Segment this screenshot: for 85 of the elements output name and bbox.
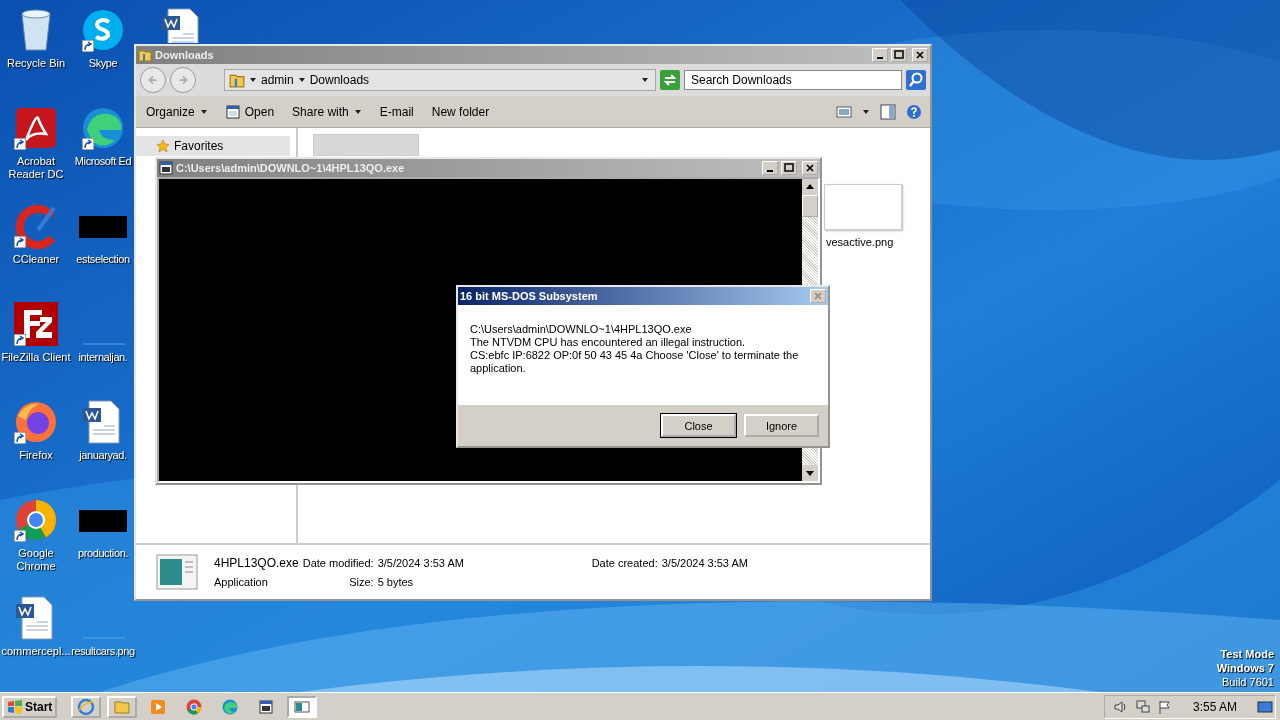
view-icon[interactable] (836, 103, 852, 120)
speaker-icon[interactable] (1112, 698, 1129, 715)
desktop-icon-label[interactable]: Acrobat Reader DC (0, 155, 72, 181)
file-thumbnail[interactable] (824, 184, 902, 230)
search-field[interactable]: Search Downloads (684, 70, 902, 90)
detail-label: Size: (349, 576, 374, 588)
dialog-button[interactable]: Ignore (744, 414, 819, 437)
detail-value: 3/5/2024 3:53 AM (661, 557, 748, 569)
desktop-icon-label[interactable]: Skype (88, 57, 118, 70)
desktop-icon-label[interactable]: Firefox (0, 449, 72, 462)
toolbar-button[interactable]: Open (221, 102, 279, 121)
start-logo-icon (7, 698, 23, 715)
chrome-icon (185, 697, 204, 716)
back-arrow-icon (146, 73, 160, 87)
desktop-icon-label[interactable]: production. (78, 547, 128, 560)
search-icon[interactable] (906, 70, 926, 90)
os-info-text: Windows 7 (1216, 661, 1274, 675)
desktop-icon-label[interactable]: januaryad. (79, 449, 127, 462)
file-thumbnail[interactable] (313, 134, 419, 156)
detail-value: 5 bytes (377, 576, 414, 588)
taskbar-window-button[interactable] (287, 695, 318, 718)
desktop-icon-label[interactable]: resultcars.png (71, 645, 135, 658)
media-icon (149, 697, 168, 716)
toolbar-button[interactable]: Organize (142, 102, 212, 121)
caret-icon[interactable] (862, 107, 870, 116)
refresh-icon[interactable] (660, 70, 680, 90)
caret-icon[interactable] (297, 76, 306, 84)
os-info-text: Test Mode (1220, 647, 1274, 661)
taskbar-ie-button[interactable] (71, 695, 102, 718)
message-text: CS:ebfc IP:6822 OP:0f 50 43 45 4a Choose 'Close' to terminate the application. (470, 349, 800, 375)
help-icon[interactable] (906, 103, 922, 120)
close-icon (805, 163, 815, 173)
network-icon[interactable] (1134, 698, 1151, 715)
minimize-icon (877, 57, 883, 59)
file-type: Application (214, 576, 269, 588)
maximize-icon (894, 50, 904, 60)
application-icon (156, 554, 198, 590)
show-desktop-icon[interactable] (1257, 698, 1273, 715)
window-title: C:\Users\admin\DOWNLO~1\4HPL13QO.exe (176, 162, 405, 174)
detail-label: Date modified: (302, 557, 374, 569)
toolbar-button[interactable]: E-mail (375, 102, 418, 121)
scroll-thumb[interactable] (802, 195, 818, 217)
detail-label: Date created: (591, 557, 658, 569)
folder-icon (138, 48, 152, 62)
file-name[interactable]: vesactive.png (826, 236, 894, 248)
address-bar[interactable]: admin Downloads (224, 69, 656, 91)
message-text: C:\Users\admin\DOWNLO~1\4HPL13QO.exe (470, 323, 693, 336)
caret-icon[interactable] (249, 76, 257, 84)
breadcrumb-item[interactable]: admin (261, 73, 294, 87)
flag-icon[interactable] (1156, 698, 1173, 715)
detail-value: 3/5/2024 3:53 AM (377, 557, 464, 569)
toolbar-button[interactable]: Share with (288, 102, 366, 121)
scroll-down-icon[interactable] (802, 465, 818, 481)
dialog-title: 16 bit MS-DOS Subsystem (460, 290, 598, 302)
minimize-icon (767, 170, 773, 172)
desktop-icon-label[interactable]: CCleaner (0, 253, 72, 266)
desktop-icon-label[interactable]: internaljan. (78, 351, 128, 364)
desktop-icon-label[interactable]: commercepl... (0, 645, 72, 658)
message-text: The NTVDM CPU has encountered an illegal instruction. (470, 336, 747, 349)
desktop-icon-label[interactable]: estselection (76, 253, 130, 266)
desktop-icon-label[interactable]: FileZilla Client (0, 351, 72, 364)
dos-icon (257, 697, 276, 716)
file-name: 4HPL13QO.exe (214, 556, 299, 570)
window-title: Downloads (155, 49, 214, 61)
star-icon (156, 139, 170, 153)
desktop-icon-label[interactable]: Recycle Bin (0, 57, 72, 70)
os-info-text: Build 7601 (1222, 675, 1274, 689)
desktop-icon-label[interactable]: Google Chrome (0, 547, 72, 573)
ie-icon (77, 697, 96, 716)
close-icon (813, 291, 823, 301)
dialog-button[interactable]: Close (661, 414, 736, 437)
preview-pane-icon[interactable] (880, 103, 896, 120)
scroll-up-icon[interactable] (802, 179, 818, 195)
dropdown-caret-icon[interactable] (641, 76, 649, 84)
folder-icon (229, 72, 245, 88)
breadcrumb-item[interactable]: Downloads (309, 73, 370, 87)
start-button[interactable]: Start (2, 695, 58, 718)
clock[interactable]: 3:55 AM (1192, 699, 1237, 714)
console-icon (159, 161, 173, 175)
toolbar-button[interactable]: New folder (427, 102, 494, 121)
desktop-icon-label[interactable]: Microsoft Ed (74, 155, 132, 168)
maximize-icon (784, 163, 794, 173)
close-icon (915, 50, 925, 60)
edge-icon (221, 697, 240, 716)
filezilla-icon[interactable] (12, 300, 60, 348)
